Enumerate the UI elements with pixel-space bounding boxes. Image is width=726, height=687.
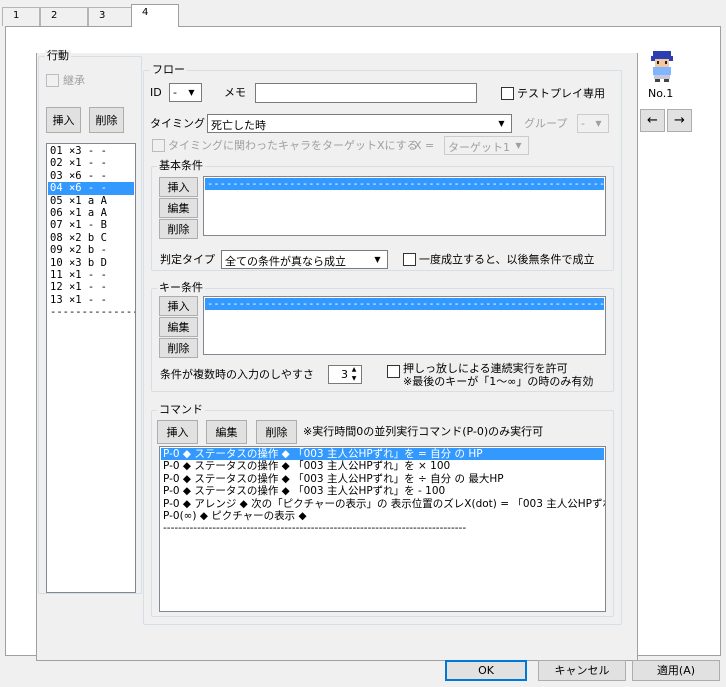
basic-edit-button[interactable]: 編集: [159, 198, 198, 218]
testplay-label: テストプレイ専用: [517, 87, 605, 100]
tab-label: 2: [51, 10, 58, 21]
flow-group-title: フロー: [150, 63, 187, 76]
list-item[interactable]: 10 ×3 b D: [48, 257, 134, 269]
cancel-button[interactable]: キャンセル: [538, 660, 626, 681]
judge-type-value: 全ての条件が真なら成立: [225, 255, 346, 268]
chevron-down-icon: ▼: [595, 119, 602, 128]
tab-2[interactable]: 2: [40, 7, 88, 26]
basic-insert-button[interactable]: 挿入: [159, 177, 198, 197]
tab-4[interactable]: 4: [131, 4, 179, 27]
tab-label: 1: [13, 10, 20, 21]
memo-label: メモ: [224, 86, 246, 99]
id-value: -: [173, 86, 177, 99]
action-list[interactable]: 01 ×3 - -02 ×1 - -03 ×6 - -04 ×6 - -05 ×…: [46, 143, 136, 593]
list-item[interactable]: 08 ×2 b C: [48, 232, 134, 244]
chevron-down-icon: ▼: [188, 88, 195, 97]
list-item[interactable]: 04 ×6 - -: [48, 182, 134, 195]
basic-conditions-title: 基本条件: [157, 159, 205, 172]
target-x-label: タイミングに関わったキャラをターゲットXにする: [168, 139, 418, 152]
repeat-note: ※最後のキーが「1〜∞」の時のみ有効: [403, 375, 594, 388]
command-delete-button[interactable]: 削除: [256, 420, 297, 444]
once-label: 一度成立すると、以後無条件で成立: [419, 253, 595, 266]
action-insert-button[interactable]: 挿入: [46, 107, 81, 133]
key-conditions-list[interactable]: ----------------------------------------…: [203, 296, 606, 355]
character-number: No.1: [648, 87, 674, 100]
ease-value: 3: [341, 368, 348, 381]
list-item[interactable]: 11 ×1 - -: [48, 269, 134, 281]
once-checkbox[interactable]: [403, 253, 416, 266]
basic-conditions-list[interactable]: ----------------------------------------…: [203, 176, 606, 236]
list-item[interactable]: ----------------------------------------…: [205, 178, 605, 191]
list-item[interactable]: ----------------------------------------…: [161, 522, 604, 534]
list-item[interactable]: 06 ×1 a A: [48, 207, 134, 219]
list-item[interactable]: P-0 ◆ アレンジ ◆ 次の「ピクチャーの表示」の 表示位置のズレX(dot)…: [161, 498, 605, 510]
list-item[interactable]: 07 ×1 - B: [48, 219, 134, 231]
chevron-down-icon: ▼: [374, 255, 381, 264]
list-item[interactable]: P-0 ◆ ステータスの操作 ◆ 「003 主人公HPずれ」を = 自分 の H…: [161, 448, 604, 461]
memo-input[interactable]: [255, 83, 477, 103]
key-conditions-title: キー条件: [157, 281, 205, 294]
tab-label: 4: [142, 7, 149, 18]
tab-bar: 1 2 3 4: [0, 0, 726, 27]
list-item[interactable]: --------------------: [48, 306, 135, 318]
chevron-down-icon: ▼: [515, 141, 522, 150]
basic-delete-button[interactable]: 削除: [159, 219, 198, 239]
inherit-checkbox[interactable]: [46, 74, 59, 87]
inherit-label: 継承: [63, 74, 85, 87]
x-equals-label: X =: [414, 139, 435, 152]
prev-character-button[interactable]: ←: [640, 109, 665, 132]
list-item[interactable]: 12 ×1 - -: [48, 281, 134, 293]
judge-type-label: 判定タイプ: [160, 253, 215, 266]
character-sprite: [647, 50, 677, 82]
action-delete-button[interactable]: 削除: [89, 107, 124, 133]
spin-down-icon[interactable]: ▼: [348, 375, 360, 383]
group-select[interactable]: - ▼: [577, 114, 609, 133]
target-x-checkbox[interactable]: [152, 139, 165, 152]
list-item[interactable]: P-0 ◆ ステータスの操作 ◆ 「003 主人公HPずれ」を ÷ 自分 の 最…: [161, 473, 604, 485]
group-label: グループ: [524, 117, 568, 130]
spin-up-icon[interactable]: ▲: [348, 366, 360, 374]
repeat-label: 押しっ放しによる連続実行を許可: [403, 362, 568, 375]
repeat-checkbox[interactable]: [387, 365, 400, 378]
judge-type-select[interactable]: 全ての条件が真なら成立 ▼: [221, 250, 388, 269]
list-item[interactable]: P-0(∞) ◆ ピクチャーの表示 ◆: [161, 510, 604, 522]
id-select[interactable]: - ▼: [169, 83, 202, 102]
tab-1[interactable]: 1: [2, 7, 40, 26]
character-icon: [651, 51, 673, 82]
key-delete-button[interactable]: 削除: [159, 338, 198, 358]
list-item[interactable]: 13 ×1 - -: [48, 294, 134, 306]
apply-button[interactable]: 適用(A): [632, 660, 720, 681]
list-item[interactable]: 03 ×6 - -: [48, 170, 134, 182]
list-item[interactable]: 09 ×2 b -: [48, 244, 134, 256]
list-item[interactable]: 01 ×3 - -: [48, 145, 134, 157]
target-value: ターゲット1: [448, 141, 510, 154]
action-group-title: 行動: [45, 49, 71, 62]
next-character-button[interactable]: →: [667, 109, 692, 132]
ease-spinner[interactable]: 3 ▲ ▼: [328, 365, 362, 384]
tab-label: 3: [99, 10, 106, 21]
list-item[interactable]: P-0 ◆ ステータスの操作 ◆ 「003 主人公HPずれ」を - 100: [161, 485, 604, 497]
command-edit-button[interactable]: 編集: [206, 420, 247, 444]
key-edit-button[interactable]: 編集: [159, 317, 198, 337]
timing-value: 死亡した時: [211, 119, 266, 132]
commands-title: コマンド: [157, 403, 205, 416]
command-list[interactable]: P-0 ◆ ステータスの操作 ◆ 「003 主人公HPずれ」を = 自分 の H…: [159, 446, 606, 612]
chevron-down-icon: ▼: [498, 119, 505, 128]
list-item[interactable]: P-0 ◆ ステータスの操作 ◆ 「003 主人公HPずれ」を × 100: [161, 460, 604, 472]
id-label: ID: [150, 86, 162, 99]
list-item[interactable]: 05 ×1 a A: [48, 195, 134, 207]
testplay-checkbox[interactable]: [501, 87, 514, 100]
command-insert-button[interactable]: 挿入: [157, 420, 198, 444]
ok-button[interactable]: OK: [445, 660, 527, 681]
timing-select[interactable]: 死亡した時 ▼: [207, 114, 512, 133]
ease-label: 条件が複数時の入力のしやすさ: [160, 368, 314, 381]
key-insert-button[interactable]: 挿入: [159, 296, 198, 316]
list-item[interactable]: 02 ×1 - -: [48, 157, 134, 169]
list-item[interactable]: ----------------------------------------…: [205, 298, 605, 311]
target-select[interactable]: ターゲット1 ▼: [444, 136, 529, 155]
timing-label: タイミング: [150, 117, 205, 130]
command-note: ※実行時間0の並列実行コマンド(P-0)のみ実行可: [303, 425, 544, 438]
tab-3[interactable]: 3: [88, 7, 133, 26]
group-value: -: [581, 117, 585, 130]
